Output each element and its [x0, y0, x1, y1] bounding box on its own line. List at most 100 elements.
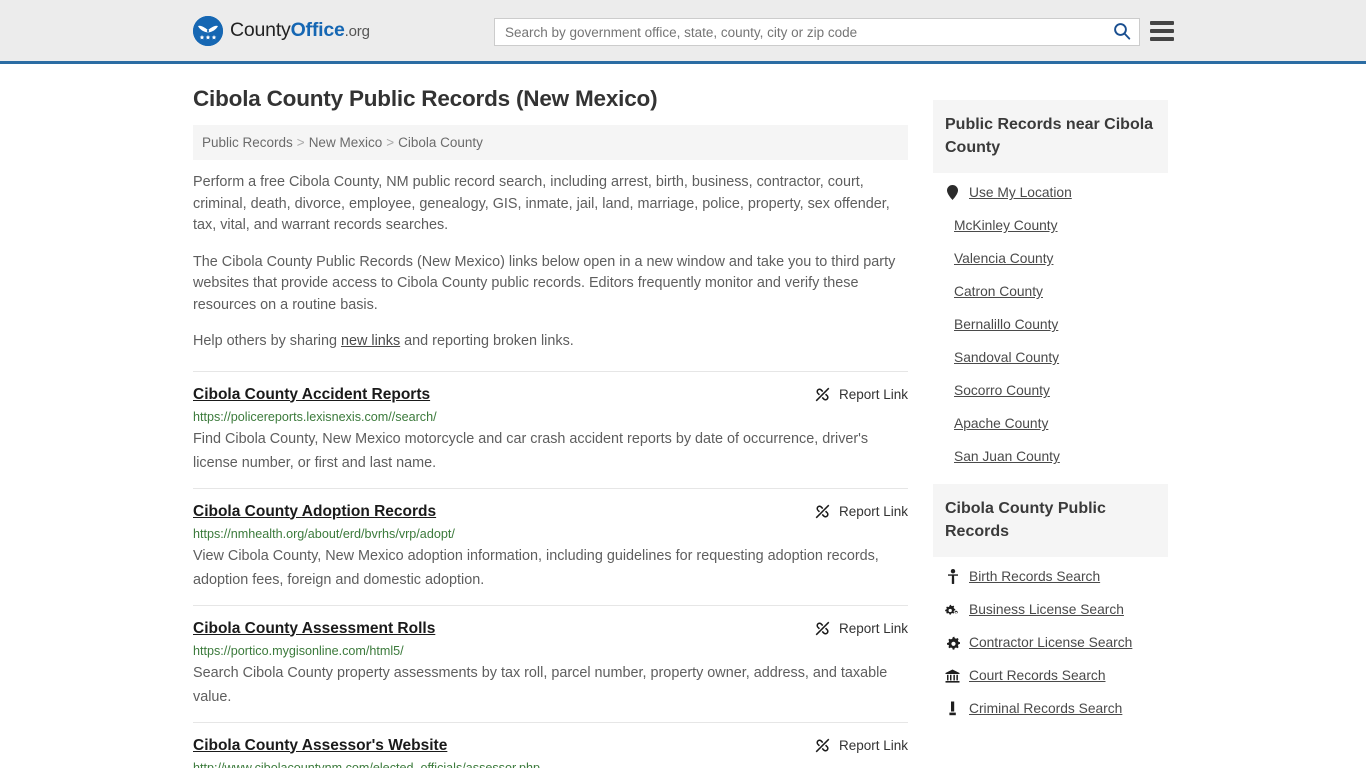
results-list: Cibola County Accident Reports https://po… — [193, 371, 908, 768]
sidebar-item-mckinley-county[interactable]: McKinley County — [945, 218, 1168, 233]
report-link-label: Report Link — [839, 387, 908, 402]
hamburger-menu-icon[interactable] — [1150, 21, 1174, 41]
breadcrumb-separator: > — [386, 135, 394, 150]
sidebar-item-contractor-license-search[interactable]: Contractor License Search — [945, 635, 1168, 650]
hamburger-bar — [1150, 21, 1174, 25]
result-description: Find Cibola County, New Mexico motorcycl… — [193, 427, 903, 475]
sidebar-item-label[interactable]: Apache County — [954, 416, 1048, 431]
sidebar-item-court-records-search[interactable]: Court Records Search — [945, 668, 1168, 683]
result-item: Cibola County Adoption Records https://nm… — [193, 489, 908, 606]
breadcrumb: Public Records>New Mexico>Cibola County — [193, 125, 908, 160]
sidebar-item-sandoval-county[interactable]: Sandoval County — [945, 350, 1168, 365]
sidebar-item-label[interactable]: Business License Search — [969, 602, 1124, 617]
sidebar-nearby-heading: Public Records near Cibola County — [933, 100, 1168, 173]
sidebar-item-label[interactable]: Criminal Records Search — [969, 701, 1122, 716]
result-title-link[interactable]: Cibola County Accident Reports — [193, 386, 430, 404]
report-link-button[interactable]: Report Link — [814, 386, 908, 403]
broken-link-icon — [814, 620, 831, 637]
brand-part-2: Office — [291, 19, 345, 41]
report-link-label: Report Link — [839, 738, 908, 753]
report-link-button[interactable]: Report Link — [814, 737, 908, 754]
sidebar: Public Records near Cibola County Use My… — [933, 86, 1168, 768]
sidebar-item-san-juan-county[interactable]: San Juan County — [945, 449, 1168, 464]
brand-wordmark: CountyOffice.org — [230, 19, 370, 42]
result-item: Cibola County Assessment Rolls https://po… — [193, 606, 908, 723]
sidebar-item-label[interactable]: McKinley County — [954, 218, 1058, 233]
hamburger-bar — [1150, 37, 1174, 41]
share-text-before: Help others by sharing — [193, 333, 341, 349]
intro-paragraph-2: The Cibola County Public Records (New Me… — [193, 252, 908, 317]
site-logo-link[interactable]: CountyOffice.org — [193, 16, 370, 46]
new-links-link[interactable]: new links — [341, 333, 400, 349]
broken-link-icon — [814, 503, 831, 520]
sidebar-item-label[interactable]: Catron County — [954, 284, 1043, 299]
sidebar-item-label[interactable]: Valencia County — [954, 251, 1053, 266]
breadcrumb-item-public-records[interactable]: Public Records — [202, 135, 293, 150]
sidebar-item-label[interactable]: Socorro County — [954, 383, 1050, 398]
page-title: Cibola County Public Records (New Mexico… — [193, 86, 908, 112]
report-link-button[interactable]: Report Link — [814, 503, 908, 520]
search-bar — [494, 18, 1140, 46]
sidebar-item-label[interactable]: Contractor License Search — [969, 635, 1132, 650]
page-body: Cibola County Public Records (New Mexico… — [0, 64, 1366, 768]
result-url: https://nmhealth.org/about/erd/bvrhs/vrp… — [193, 527, 908, 541]
search-icon — [1113, 22, 1131, 43]
sidebar-item-catron-county[interactable]: Catron County — [945, 284, 1168, 299]
sidebar-item-label[interactable]: Use My Location — [969, 185, 1072, 200]
sidebar-item-criminal-records-search[interactable]: Criminal Records Search — [945, 701, 1168, 716]
sidebar-item-valencia-county[interactable]: Valencia County — [945, 251, 1168, 266]
sidebar-item-label[interactable]: Birth Records Search — [969, 569, 1100, 584]
courthouse-icon — [945, 669, 960, 683]
sidebar-item-apache-county[interactable]: Apache County — [945, 416, 1168, 431]
sidebar-records-list: Birth Records Search Business License Sea… — [933, 557, 1168, 716]
share-text-after: and reporting broken links. — [400, 333, 574, 349]
cogs-icon — [945, 603, 960, 617]
search-input[interactable] — [495, 19, 1105, 45]
breadcrumb-item-cibola-county[interactable]: Cibola County — [398, 135, 483, 150]
gavel-icon — [945, 701, 960, 716]
brand-part-1: County — [230, 19, 291, 41]
result-title-link[interactable]: Cibola County Adoption Records — [193, 503, 436, 521]
baby-icon — [945, 569, 960, 584]
result-description: View Cibola County, New Mexico adoption … — [193, 544, 903, 592]
site-header: CountyOffice.org — [0, 0, 1366, 64]
broken-link-icon — [814, 386, 831, 403]
intro-paragraph-1: Perform a free Cibola County, NM public … — [193, 172, 908, 237]
result-description: Search Cibola County property assessment… — [193, 661, 903, 709]
sidebar-nearby-box: Public Records near Cibola County Use My… — [933, 100, 1168, 464]
breadcrumb-separator: > — [297, 135, 305, 150]
sidebar-records-box: Cibola County Public Records Birth Recor… — [933, 484, 1168, 716]
intro-text: Perform a free Cibola County, NM public … — [193, 172, 908, 353]
map-pin-icon — [945, 185, 960, 200]
report-link-label: Report Link — [839, 504, 908, 519]
broken-link-icon — [814, 737, 831, 754]
brand-part-3: .org — [345, 23, 370, 40]
main-column: Cibola County Public Records (New Mexico… — [193, 86, 908, 768]
sidebar-item-label[interactable]: Court Records Search — [969, 668, 1106, 683]
sidebar-item-socorro-county[interactable]: Socorro County — [945, 383, 1168, 398]
result-title-link[interactable]: Cibola County Assessment Rolls — [193, 620, 435, 638]
search-button[interactable] — [1105, 19, 1139, 45]
sidebar-item-business-license-search[interactable]: Business License Search — [945, 602, 1168, 617]
report-link-label: Report Link — [839, 621, 908, 636]
sidebar-records-heading: Cibola County Public Records — [933, 484, 1168, 557]
result-item: Cibola County Accident Reports https://po… — [193, 372, 908, 489]
cog-icon — [945, 636, 960, 650]
report-link-button[interactable]: Report Link — [814, 620, 908, 637]
result-url: http://www.cibolacountynm.com/elected_of… — [193, 761, 908, 768]
hamburger-bar — [1150, 29, 1174, 33]
result-item: Cibola County Assessor's Website http://w… — [193, 723, 908, 768]
intro-paragraph-3: Help others by sharing new links and rep… — [193, 331, 908, 353]
sidebar-item-use-my-location[interactable]: Use My Location — [945, 185, 1168, 200]
sidebar-nearby-list: Use My Location McKinley County Valencia C… — [933, 173, 1168, 464]
sidebar-item-label[interactable]: Sandoval County — [954, 350, 1059, 365]
sidebar-item-bernalillo-county[interactable]: Bernalillo County — [945, 317, 1168, 332]
eagle-seal-logo-icon — [193, 16, 223, 46]
sidebar-item-birth-records-search[interactable]: Birth Records Search — [945, 569, 1168, 584]
sidebar-item-label[interactable]: Bernalillo County — [954, 317, 1058, 332]
result-url: https://portico.mygisonline.com/html5/ — [193, 644, 908, 658]
breadcrumb-item-new-mexico[interactable]: New Mexico — [309, 135, 383, 150]
result-title-link[interactable]: Cibola County Assessor's Website — [193, 737, 447, 755]
sidebar-item-label[interactable]: San Juan County — [954, 449, 1060, 464]
result-url: https://policereports.lexisnexis.com//se… — [193, 410, 908, 424]
